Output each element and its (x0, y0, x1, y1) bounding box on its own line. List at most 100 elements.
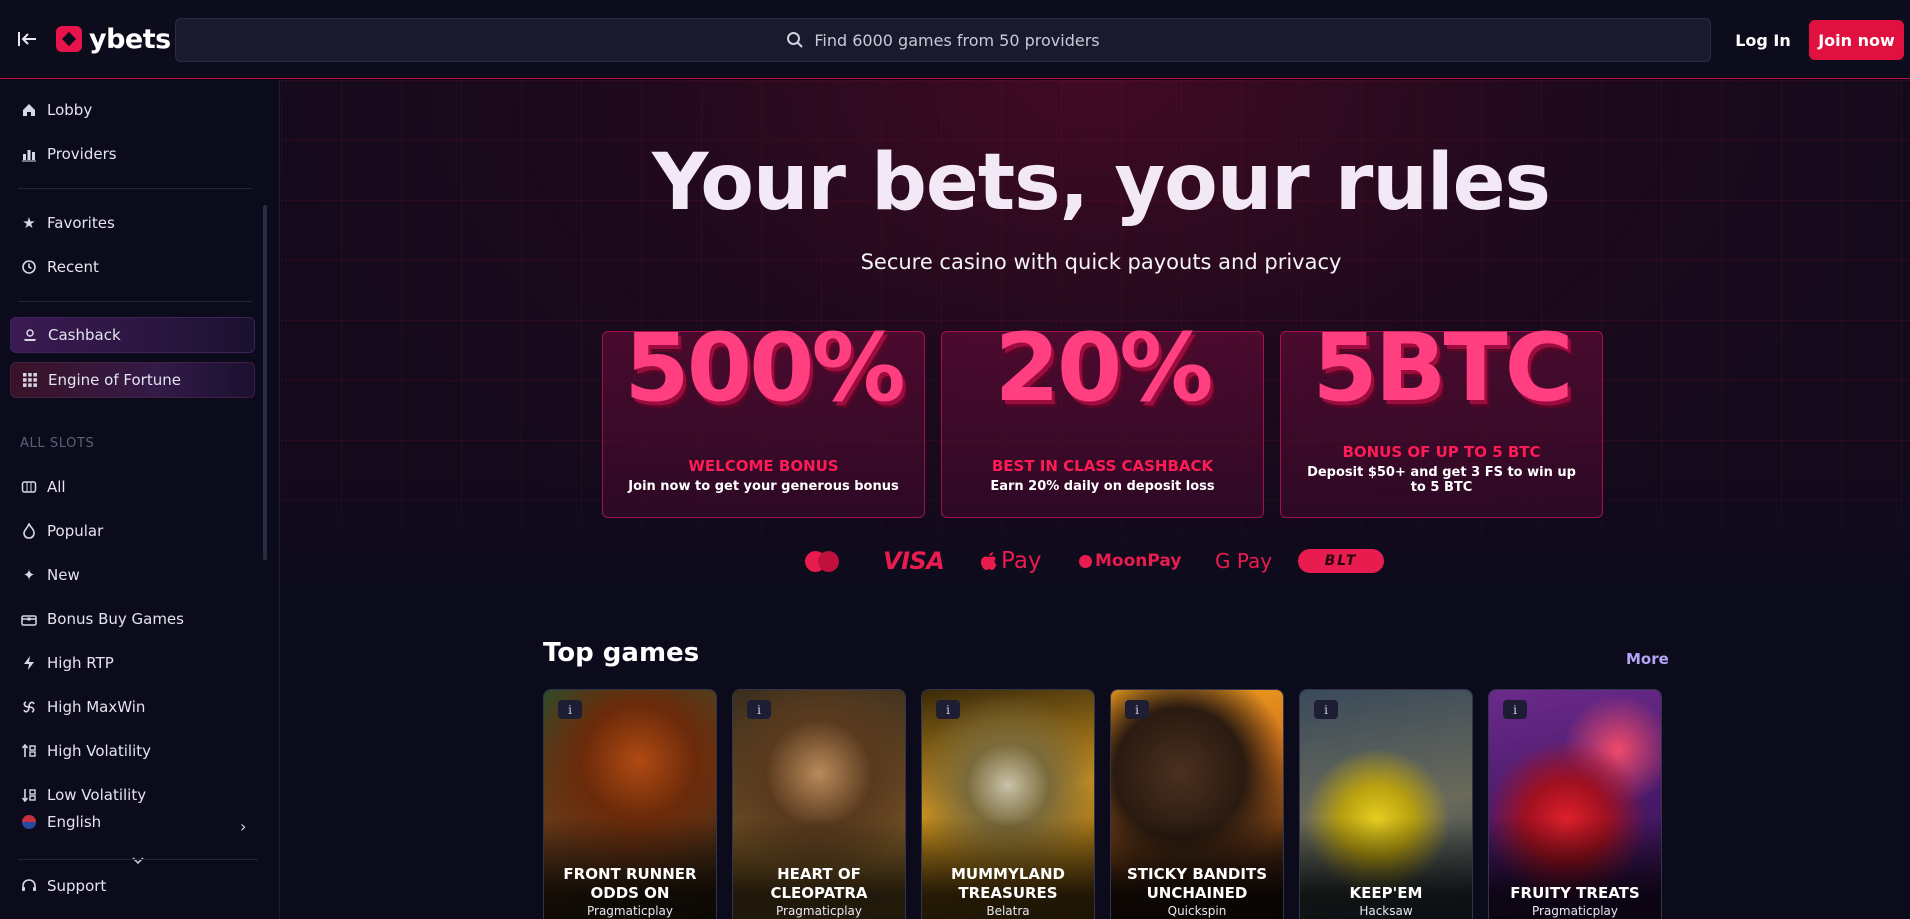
moonpay-label: MoonPay (1095, 551, 1182, 571)
star-icon: ★ (22, 214, 36, 232)
sidebar-item-label: Favorites (47, 214, 115, 232)
sidebar-item-label: High MaxWin (47, 698, 146, 716)
sidebar-item-label: Bonus Buy Games (47, 610, 184, 628)
promo-amount: 500% (624, 314, 905, 423)
sidebar-item-label: New (47, 566, 80, 584)
sidebar-item-label: High Volatility (47, 742, 152, 760)
treasure-icon (20, 610, 38, 628)
history-icon (20, 258, 38, 276)
grid-icon (21, 371, 39, 389)
flame-icon (20, 522, 38, 540)
sparkle-icon: ✦ (22, 566, 36, 584)
lightning-icon (20, 654, 38, 672)
game-provider: Belatra (986, 904, 1030, 918)
sidebar-divider (18, 188, 252, 189)
promo-description: Join now to get your generous bonus (628, 479, 899, 494)
sidebar-scrollbar[interactable] (263, 205, 267, 560)
support-icon (20, 877, 38, 895)
chart-icon (20, 145, 38, 163)
sidebar-item-label: Support (47, 877, 107, 895)
sidebar-item-high-maxwin[interactable]: High MaxWin (10, 689, 255, 725)
sidebar-item-label: Engine of Fortune (48, 371, 181, 389)
sidebar-item-label: Recent (47, 258, 99, 276)
login-button[interactable]: Log In (1726, 20, 1800, 60)
info-icon[interactable]: i (1314, 700, 1338, 719)
sidebar: Lobby Providers ★ Favorites Recent Cashb… (0, 80, 280, 919)
volatility-low-icon (20, 786, 38, 804)
hero-subtitle: Secure casino with quick payouts and pri… (860, 250, 1342, 274)
logo-text: ybets (89, 23, 171, 55)
join-now-button[interactable]: Join now (1809, 20, 1904, 60)
info-icon[interactable]: i (558, 700, 582, 719)
slot-machine-icon (20, 478, 38, 496)
home-icon (20, 101, 38, 119)
top-games-title: Top games (543, 638, 700, 668)
apple-pay-label: Pay (1001, 548, 1042, 574)
main-content: Your bets, your rules Secure casino with… (281, 80, 1910, 919)
sidebar-item-lobby[interactable]: Lobby (10, 92, 255, 128)
spin-icon (20, 698, 38, 716)
search-input[interactable]: Find 6000 games from 50 providers (175, 18, 1711, 62)
sidebar-item-recent[interactable]: Recent (10, 249, 255, 285)
game-provider: Pragmaticplay (586, 904, 673, 918)
promo-description: Deposit $50+ and get 3 FS to win up to 5… (1307, 465, 1576, 495)
hero-title: Your bets, your rules (652, 138, 1551, 228)
sidebar-item-label: High RTP (47, 654, 114, 672)
info-icon[interactable]: i (1503, 700, 1527, 719)
game-title: FRONT RUNNER ODDS ON (563, 865, 697, 902)
sidebar-item-favorites[interactable]: ★ Favorites (10, 205, 255, 241)
payment-methods: VISA Pay MoonPay G Pay BLT (281, 546, 1910, 576)
game-title: HEART OF CLEOPATRA (770, 865, 868, 902)
game-provider: Pragmaticplay (1531, 904, 1618, 918)
game-provider: Quickspin (1167, 904, 1227, 918)
crypto-icons: BLT (1298, 546, 1384, 576)
sidebar-item-label: All (47, 478, 66, 496)
promo-card-welcome[interactable]: 500% WELCOME BONUS Join now to get your … (602, 314, 925, 518)
more-link[interactable]: More (1626, 650, 1669, 668)
game-title: KEEP'EM (1349, 884, 1423, 902)
all-slots-heading: ALL SLOTS (20, 436, 95, 451)
game-title: FRUITY TREATS (1510, 884, 1640, 902)
sidebar-item-label: Cashback (48, 326, 121, 344)
search-icon (787, 32, 804, 48)
promo-amount: 5BTC (1312, 314, 1573, 423)
info-icon[interactable]: i (747, 700, 771, 719)
collapse-sidebar-icon[interactable] (16, 28, 38, 50)
promo-label: BEST IN CLASS CASHBACK (991, 457, 1214, 475)
sidebar-item-bonus-buy-games[interactable]: Bonus Buy Games (10, 601, 255, 637)
sidebar-item-popular[interactable]: Popular (10, 513, 255, 549)
promo-label: WELCOME BONUS (688, 457, 839, 475)
mastercard-icon (805, 546, 841, 576)
sidebar-item-cashback[interactable]: Cashback (10, 317, 255, 353)
info-icon[interactable]: i (1125, 700, 1149, 719)
game-title: STICKY BANDITS UNCHAINED (1127, 865, 1267, 902)
sidebar-item-new[interactable]: ✦ New (10, 557, 255, 593)
sidebar-item-label: Lobby (47, 101, 93, 119)
info-icon[interactable]: i (936, 700, 960, 719)
promo-card-cashback[interactable]: 20% BEST IN CLASS CASHBACK Earn 20% dail… (941, 314, 1264, 518)
apple-pay-icon: Pay (980, 546, 1042, 576)
sidebar-item-label: Popular (47, 522, 104, 540)
sidebar-item-high-rtp[interactable]: High RTP (10, 645, 255, 681)
moonpay-icon: MoonPay (1079, 546, 1181, 576)
promo-card-btc[interactable]: 5BTC BONUS OF UP TO 5 BTC Deposit $50+ a… (1280, 314, 1603, 518)
sidebar-item-all[interactable]: All (10, 469, 255, 505)
language-selector[interactable]: English (10, 804, 255, 840)
sidebar-item-engine-of-fortune[interactable]: Engine of Fortune (10, 362, 255, 398)
top-header: ybets Find 6000 games from 50 providers … (0, 0, 1910, 79)
promo-description: Earn 20% daily on deposit loss (990, 479, 1215, 494)
game-provider: Pragmaticplay (775, 904, 862, 918)
crypto-label: BLT (1298, 549, 1384, 573)
sidebar-item-high-volatility[interactable]: High Volatility (10, 733, 255, 769)
sidebar-item-support[interactable]: Support (10, 868, 255, 904)
sidebar-item-providers[interactable]: Providers (10, 136, 255, 172)
volatility-icon (20, 742, 38, 760)
game-provider: Hacksaw (1359, 904, 1413, 918)
search-placeholder: Find 6000 games from 50 providers (814, 30, 1100, 50)
logo[interactable]: ybets (56, 22, 171, 56)
promo-amount: 20% (994, 314, 1214, 423)
sidebar-item-label: Providers (47, 145, 117, 163)
chevron-right-icon[interactable]: › (240, 817, 246, 836)
game-title: MUMMYLAND TREASURES (951, 865, 1065, 902)
sidebar-item-label: Low Volatility (47, 786, 147, 804)
